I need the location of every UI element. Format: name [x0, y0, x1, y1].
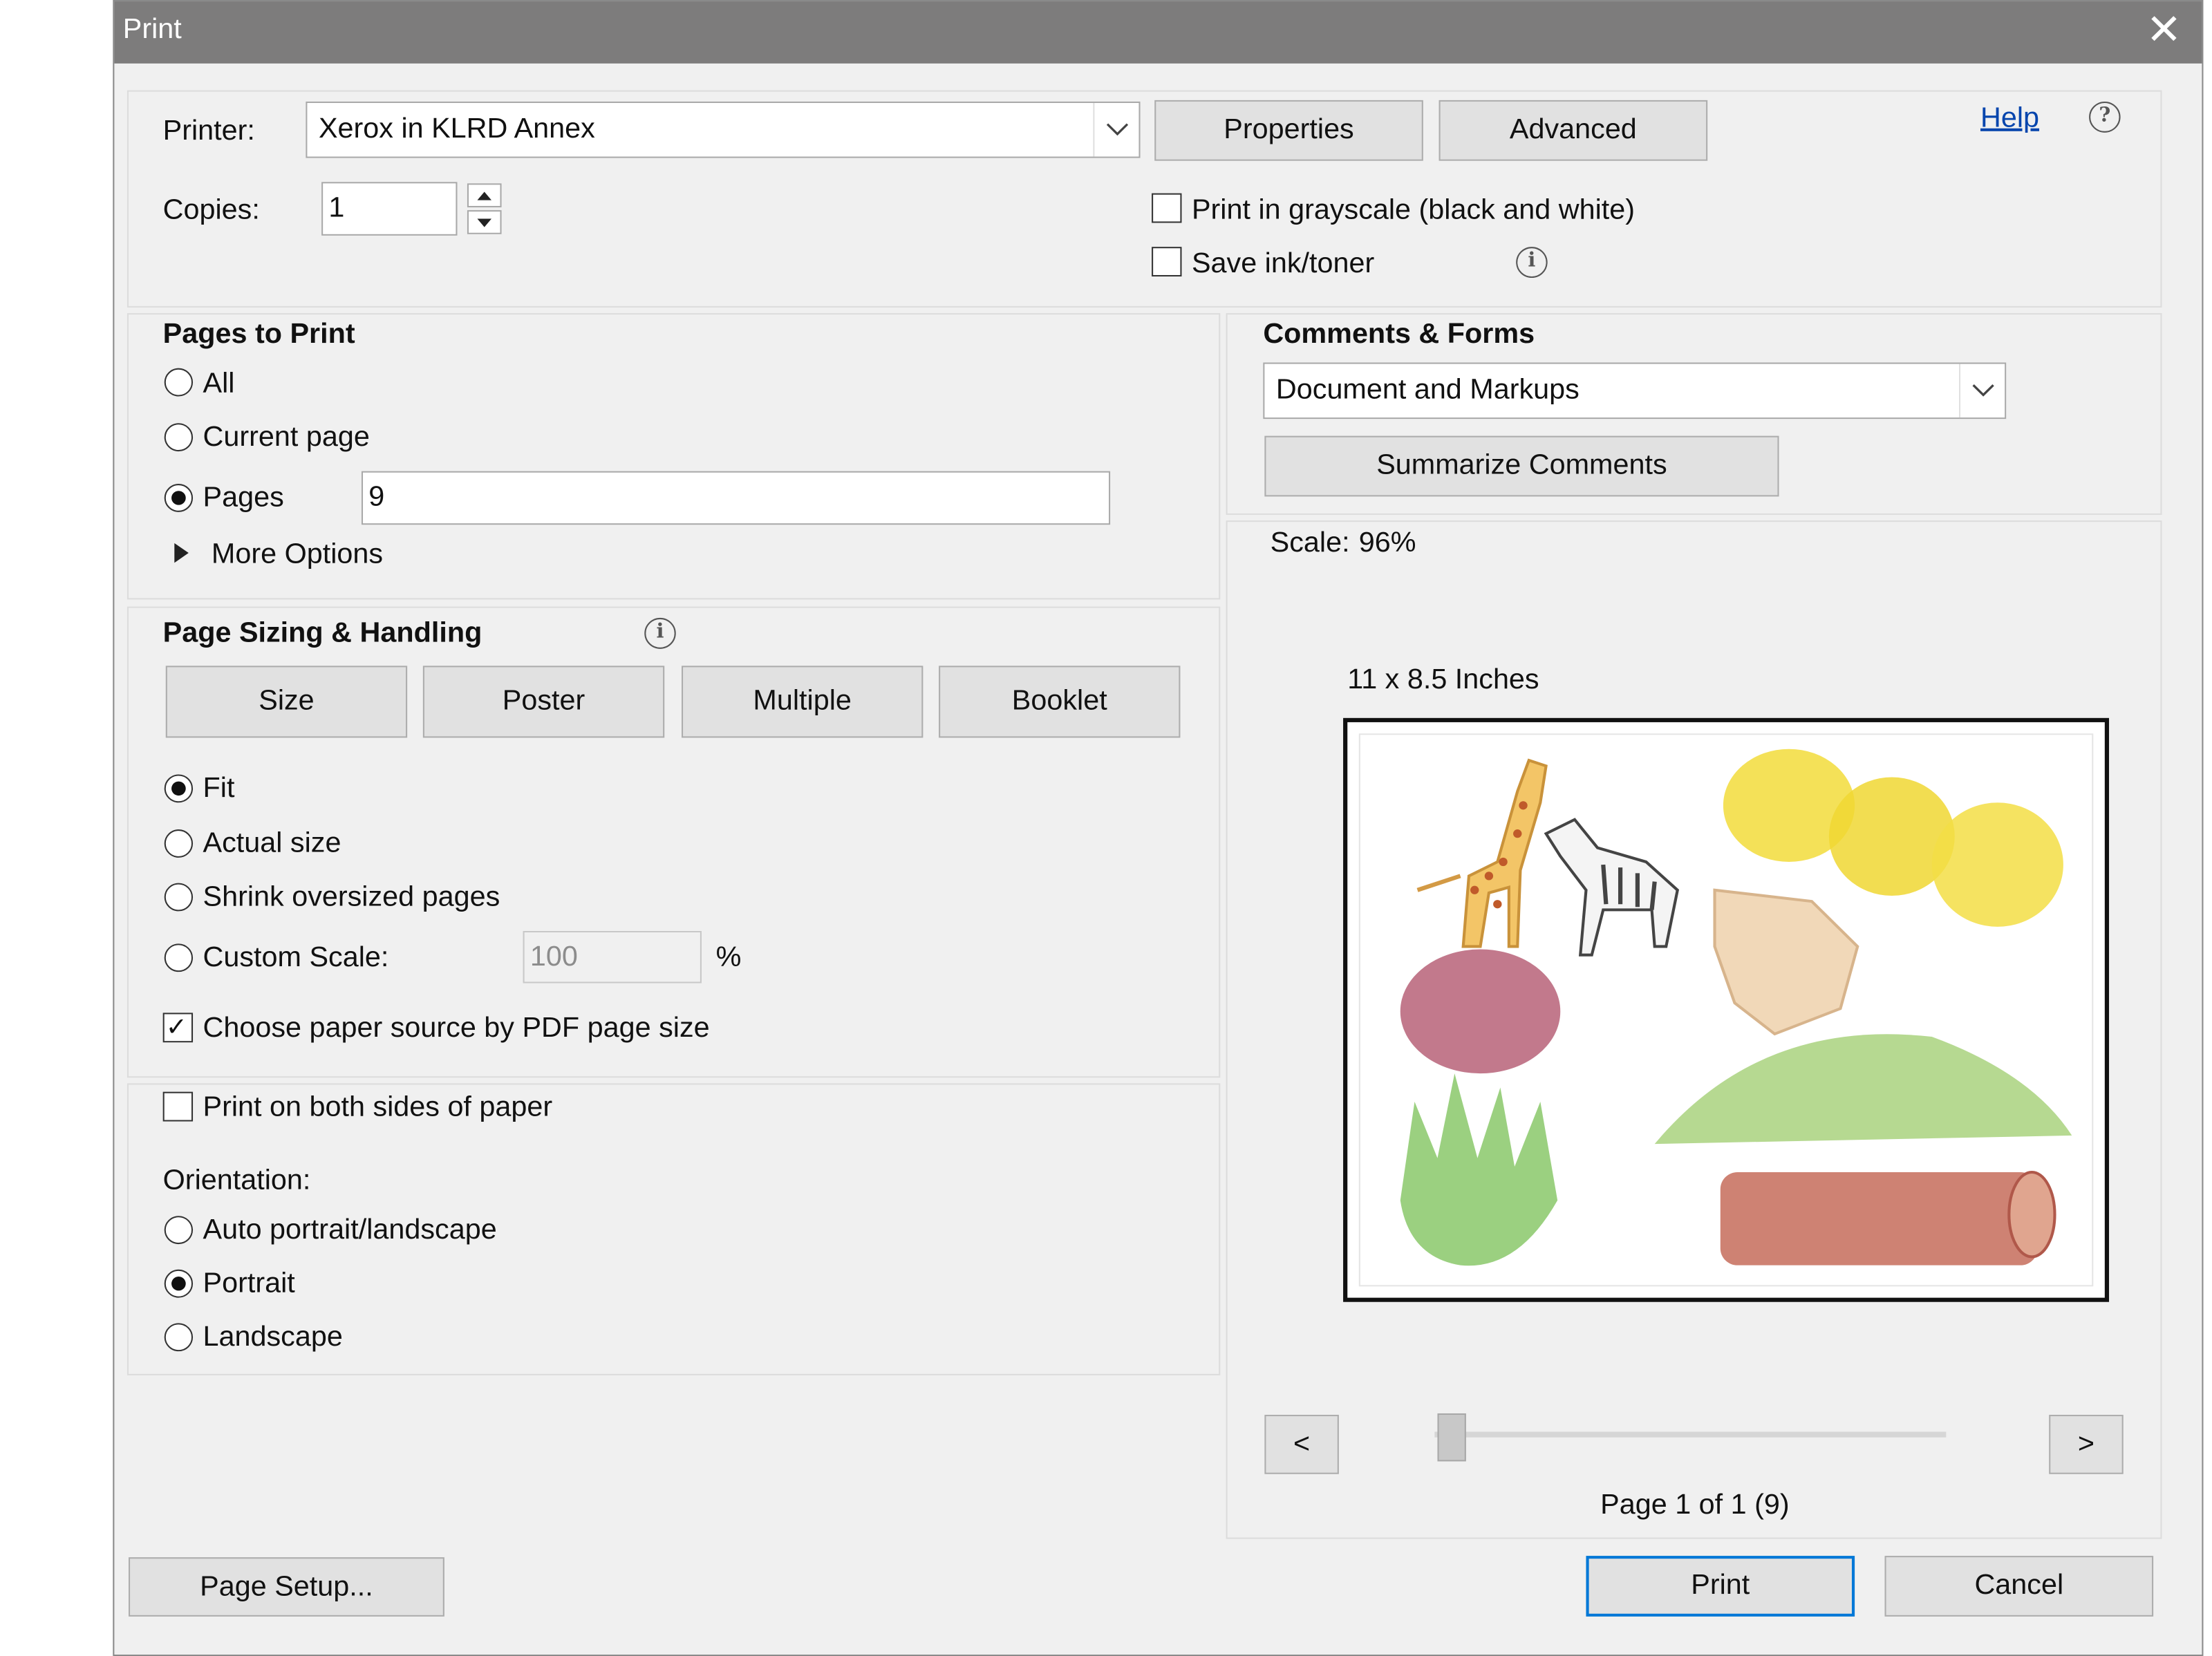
radio-portrait-label: Portrait — [203, 1268, 295, 1299]
help-icon[interactable]: ? — [2089, 101, 2121, 133]
copies-input[interactable]: 1 — [321, 182, 458, 236]
purple-bush-drawing — [1400, 949, 1561, 1074]
printer-label: Printer: — [162, 115, 255, 147]
paper-source-label: Choose paper source by PDF page size — [203, 1013, 710, 1044]
both-sides-label: Print on both sides of paper — [203, 1091, 553, 1123]
cancel-button[interactable]: Cancel — [1884, 1556, 2154, 1617]
preview-page — [1358, 733, 2094, 1287]
dialog-title: Print — [122, 14, 182, 46]
percent-label: % — [715, 942, 742, 974]
help-link[interactable]: Help — [1980, 103, 2039, 135]
preview-artwork — [1400, 749, 2072, 1266]
grayscale-checkbox[interactable] — [1152, 193, 1182, 223]
log-drawing — [1720, 1170, 2056, 1265]
radio-shrink-label: Shrink oversized pages — [203, 881, 500, 913]
radio-landscape-label: Landscape — [203, 1321, 343, 1353]
radio-landscape[interactable] — [164, 1323, 194, 1352]
giraffe-drawing — [1416, 758, 1548, 948]
radio-current-page-label: Current page — [203, 422, 370, 453]
advanced-button[interactable]: Advanced — [1438, 100, 1708, 161]
properties-button[interactable]: Properties — [1154, 100, 1423, 161]
page-sizing-heading: Page Sizing & Handling — [162, 617, 482, 649]
summarize-comments-button[interactable]: Summarize Comments — [1264, 435, 1779, 497]
sizing-info-icon[interactable]: i — [644, 617, 676, 649]
page-info: Page 1 of 1 (9) — [1600, 1489, 1790, 1521]
copies-label: Copies: — [162, 194, 260, 226]
radio-fit[interactable] — [164, 774, 194, 803]
paper-size-label: 11 x 8.5 Inches — [1347, 664, 1539, 696]
scale-label: Scale: — [1270, 527, 1350, 559]
custom-scale-input[interactable]: 100 — [523, 930, 702, 984]
radio-all-label: All — [203, 368, 235, 399]
radio-actual-size[interactable] — [164, 829, 194, 858]
chevron-down-icon[interactable] — [1093, 102, 1138, 157]
page-slider-track[interactable] — [1434, 1431, 1947, 1438]
comments-heading: Comments & Forms — [1263, 319, 1535, 350]
tab-multiple[interactable]: Multiple — [682, 666, 924, 738]
print-button[interactable]: Print — [1586, 1556, 1855, 1617]
radio-pages-label: Pages — [203, 482, 284, 514]
radio-fit-label: Fit — [203, 773, 235, 805]
expand-triangle-icon[interactable] — [174, 543, 189, 570]
comments-select[interactable]: Document and Markups — [1263, 362, 2007, 420]
pages-input[interactable]: 9 — [361, 471, 1111, 525]
radio-pages[interactable] — [164, 484, 194, 512]
chevron-down-icon[interactable] — [1958, 364, 2005, 418]
paper-source-checkbox[interactable]: ✓ — [162, 1013, 194, 1043]
next-page-button[interactable]: > — [2049, 1415, 2124, 1474]
page-preview — [1343, 717, 2110, 1302]
save-ink-label: Save ink/toner — [1191, 248, 1375, 280]
more-options-link[interactable]: More Options — [212, 539, 383, 572]
rock-drawing — [1713, 888, 1859, 1036]
title-bar: Print ✕ — [114, 1, 2202, 64]
page-slider-handle[interactable] — [1437, 1413, 1466, 1462]
radio-actual-size-label: Actual size — [203, 828, 341, 859]
custom-scale-value: 100 — [529, 941, 578, 972]
page-setup-button[interactable]: Page Setup... — [129, 1557, 444, 1617]
scale-value: 96% — [1358, 527, 1416, 559]
radio-all[interactable] — [164, 368, 194, 397]
radio-custom-scale[interactable] — [164, 943, 194, 972]
radio-shrink[interactable] — [164, 883, 194, 912]
radio-auto-orientation[interactable] — [164, 1216, 194, 1245]
radio-auto-orientation-label: Auto portrait/landscape — [203, 1214, 497, 1246]
stepper-up-icon[interactable] — [467, 183, 502, 208]
info-icon[interactable]: i — [1516, 247, 1548, 279]
orientation-label: Orientation: — [162, 1165, 311, 1196]
tab-size[interactable]: Size — [165, 666, 408, 738]
tab-booklet[interactable]: Booklet — [939, 666, 1181, 738]
tall-grass-drawing — [1400, 1073, 1558, 1266]
printer-select[interactable]: Xerox in KLRD Annex — [306, 101, 1141, 158]
checkmark-icon: ✓ — [165, 1013, 187, 1042]
grayscale-label: Print in grayscale (black and white) — [1191, 194, 1635, 226]
copies-stepper[interactable] — [467, 183, 502, 234]
copies-value: 1 — [328, 192, 345, 224]
prev-page-button[interactable]: < — [1264, 1415, 1339, 1474]
tab-poster[interactable]: Poster — [422, 666, 665, 738]
save-ink-checkbox[interactable] — [1152, 247, 1182, 277]
zebra-drawing — [1544, 818, 1680, 957]
radio-custom-scale-label: Custom Scale: — [203, 942, 389, 974]
green-grass-drawing — [1654, 1034, 2072, 1145]
printer-value: Xerox in KLRD Annex — [318, 113, 595, 145]
pages-to-print-heading: Pages to Print — [162, 319, 355, 350]
comments-value: Document and Markups — [1275, 374, 1580, 406]
both-sides-checkbox[interactable] — [162, 1091, 194, 1122]
radio-current-page[interactable] — [164, 423, 194, 452]
pages-value: 9 — [368, 481, 385, 513]
close-icon[interactable]: ✕ — [2146, 7, 2182, 55]
radio-portrait[interactable] — [164, 1269, 194, 1298]
stepper-down-icon[interactable] — [467, 210, 502, 234]
